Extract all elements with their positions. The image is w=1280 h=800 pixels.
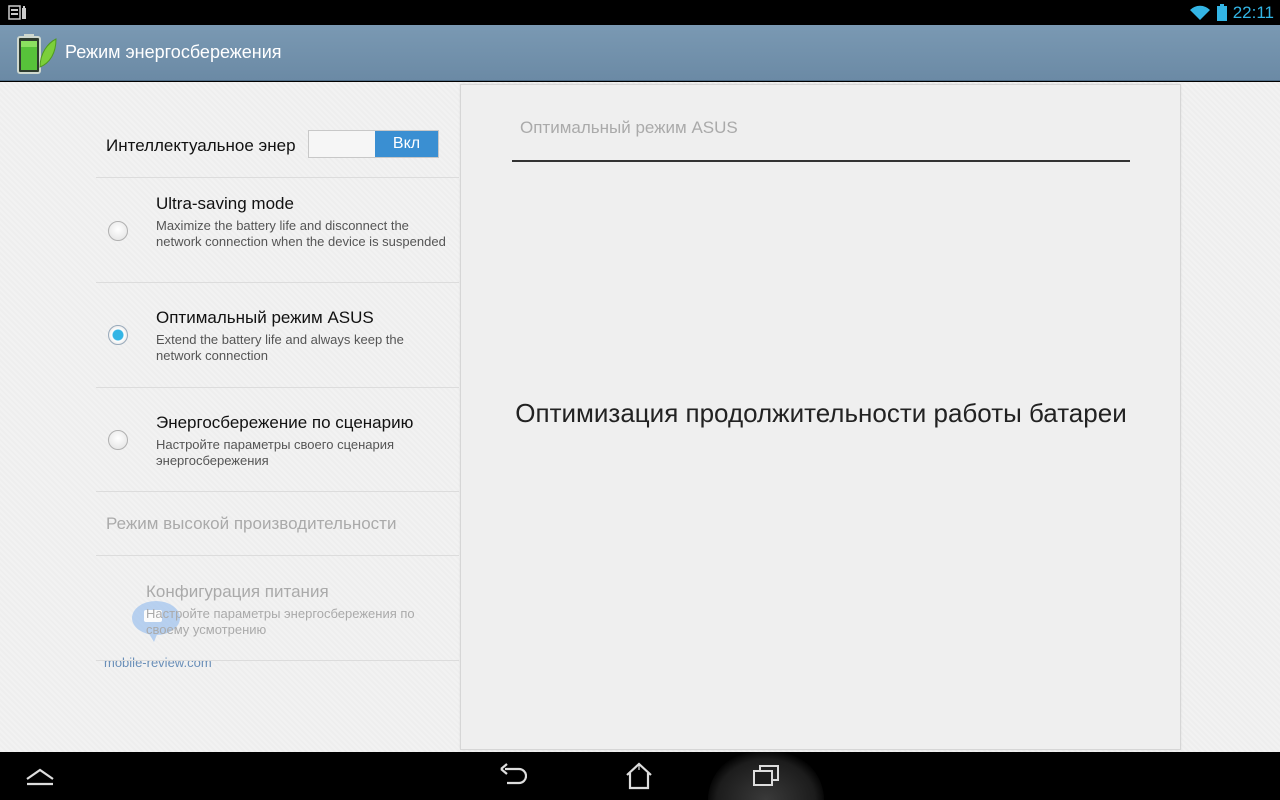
recents-button[interactable] bbox=[736, 756, 796, 796]
radio-ultra-saving[interactable] bbox=[108, 221, 128, 241]
mode-item-scenario[interactable]: Энергосбережение по сценарию Настройте п… bbox=[96, 388, 459, 492]
mode-description: Maximize the battery life and disconnect… bbox=[156, 218, 446, 249]
back-icon bbox=[500, 763, 527, 785]
app-title: Режим энергосбережения bbox=[65, 42, 282, 62]
divider bbox=[96, 555, 459, 556]
detail-divider bbox=[512, 160, 1130, 162]
smart-saving-row[interactable]: Интеллектуальное энергосбережение Вкл bbox=[96, 122, 459, 178]
collapse-icon bbox=[26, 768, 54, 786]
power-config-description: Настройте параметры энергосбережения по … bbox=[146, 606, 415, 637]
battery-leaf-icon[interactable] bbox=[12, 31, 58, 75]
recents-icon bbox=[753, 765, 779, 786]
high-performance-item[interactable]: Режим высокой производительности bbox=[106, 514, 396, 534]
collapse-button[interactable] bbox=[10, 756, 70, 796]
detail-message: Оптимизация продолжительности работы бат… bbox=[515, 398, 1127, 428]
battery-icon bbox=[1216, 4, 1227, 21]
settings-list: Интеллектуальное энергосбережение Вкл Ul… bbox=[0, 82, 459, 752]
watermark-text: mobile-review.com bbox=[104, 655, 212, 670]
notification-icon bbox=[8, 5, 26, 20]
action-bar: Режим энергосбережения bbox=[0, 25, 1280, 81]
mode-title: Ultra-saving mode bbox=[156, 194, 294, 213]
radio-scenario[interactable] bbox=[108, 430, 128, 450]
detail-panel: Оптимальный режим ASUS Оптимизация продо… bbox=[460, 84, 1181, 750]
mode-item-ultra-saving[interactable]: Ultra-saving mode Maximize the battery l… bbox=[96, 179, 459, 283]
home-icon bbox=[626, 762, 652, 790]
smart-saving-switch[interactable]: Вкл bbox=[308, 130, 439, 158]
status-bar: 22:11 bbox=[0, 0, 1280, 25]
mode-description: Extend the battery life and always keep … bbox=[156, 332, 404, 363]
smart-saving-label: Интеллектуальное энергосбережение bbox=[106, 136, 296, 155]
wifi-icon bbox=[1189, 5, 1210, 20]
mode-description: Настройте параметры своего сценария энер… bbox=[156, 437, 395, 468]
back-button[interactable] bbox=[482, 756, 542, 796]
status-time: 22:11 bbox=[1232, 2, 1274, 22]
switch-on-label: Вкл bbox=[375, 131, 438, 157]
detail-header: Оптимальный режим ASUS bbox=[520, 118, 738, 137]
navigation-bar bbox=[0, 752, 1280, 800]
content-area: Интеллектуальное энергосбережение Вкл Ul… bbox=[0, 82, 1280, 752]
mode-item-asus-optimal[interactable]: Оптимальный режим ASUS Extend the batter… bbox=[96, 283, 459, 388]
power-config-title[interactable]: Конфигурация питания bbox=[146, 582, 329, 602]
radio-asus-optimal[interactable] bbox=[108, 325, 128, 345]
mode-title: Оптимальный режим ASUS bbox=[156, 308, 374, 327]
home-button[interactable] bbox=[609, 756, 669, 796]
divider bbox=[96, 660, 459, 661]
mode-title: Энергосбережение по сценарию bbox=[156, 413, 414, 432]
